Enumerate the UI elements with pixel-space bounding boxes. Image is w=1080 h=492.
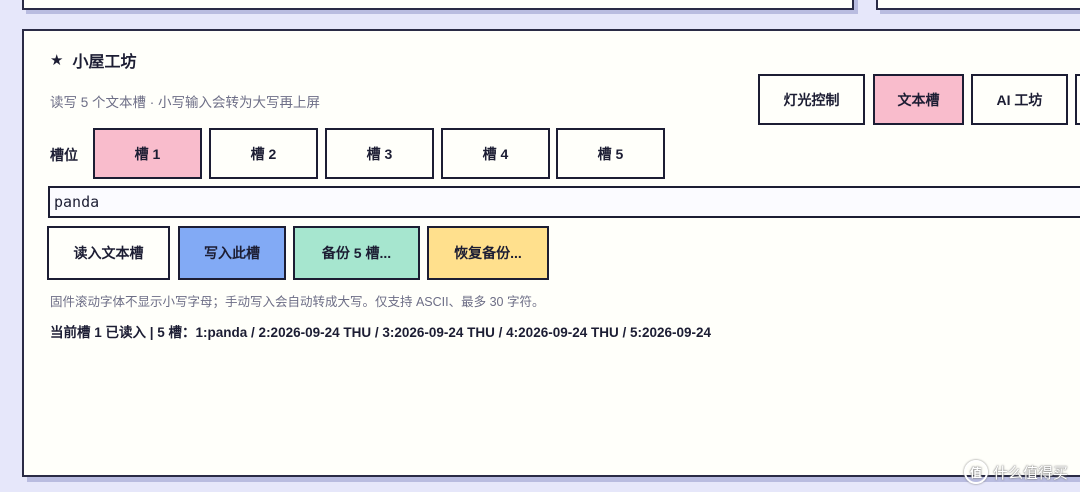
tab-ai-workshop[interactable]: AI 工坊 [971, 74, 1068, 125]
tab-overflow[interactable] [1075, 74, 1080, 125]
star-icon: ★ [50, 52, 64, 69]
top-card-right [876, 0, 1080, 10]
panel-subtitle: 读写 5 个文本槽 · 小写输入会转为大写再上屏 [50, 95, 321, 110]
panel-title-text: 小屋工坊 [72, 54, 137, 71]
tab-light-control[interactable]: 灯光控制 [758, 74, 865, 125]
read-slot-button[interactable]: 读入文本槽 [47, 226, 170, 280]
slot-text-input[interactable] [48, 186, 1080, 218]
slot-button-2[interactable]: 槽 2 [209, 128, 318, 179]
watermark-text: 什么值得买 [992, 464, 1068, 482]
firmware-note: 固件滚动字体不显示小写字母；手动写入会自动转成大写。仅支持 ASCII、最多 3… [50, 295, 545, 309]
backup-slots-button[interactable]: 备份 5 槽... [293, 226, 420, 280]
watermark-logo-icon: 值 [963, 460, 988, 484]
slot-status: 当前槽 1 已读入 | 5 槽：1:panda / 2:2026-09-24 T… [50, 325, 712, 340]
slot-button-3[interactable]: 槽 3 [325, 128, 434, 179]
text-slot-panel: ★ 小屋工坊 读写 5 个文本槽 · 小写输入会转为大写再上屏 灯光控制 文本槽… [22, 29, 1080, 477]
panel-title: ★ 小屋工坊 [50, 48, 136, 72]
top-card-left [22, 0, 854, 10]
write-slot-button[interactable]: 写入此槽 [178, 226, 286, 280]
watermark: 值 什么值得买 [963, 460, 1068, 484]
slot-button-4[interactable]: 槽 4 [441, 128, 550, 179]
restore-backup-button[interactable]: 恢复备份... [427, 226, 549, 280]
slot-button-1[interactable]: 槽 1 [93, 128, 202, 179]
tab-text-slots[interactable]: 文本槽 [873, 74, 964, 125]
slot-label: 槽位 [50, 147, 78, 163]
slot-button-5[interactable]: 槽 5 [556, 128, 665, 179]
